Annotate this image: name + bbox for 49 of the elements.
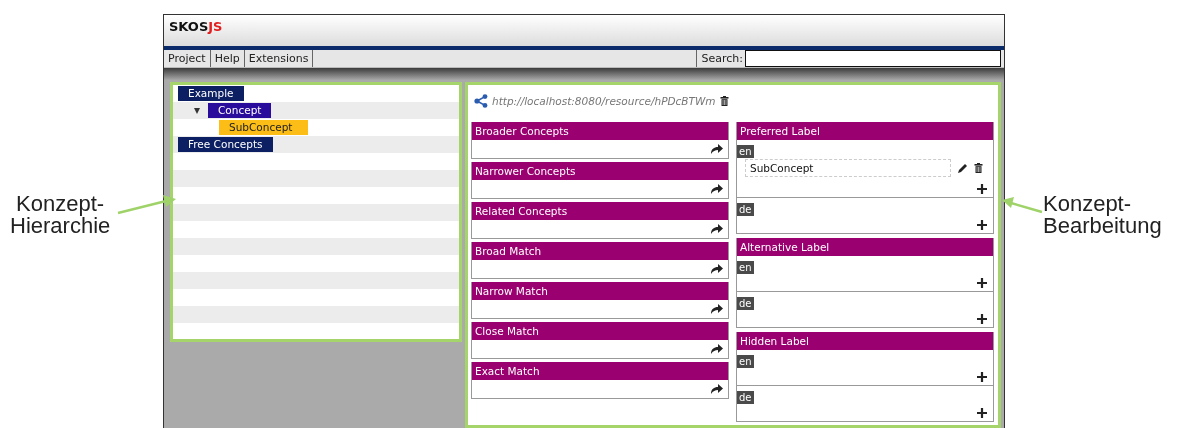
add-icon[interactable] (977, 314, 987, 324)
add-icon[interactable] (977, 184, 987, 194)
annotation-text: Konzept- Bearbeitung (1043, 193, 1162, 237)
add-icon[interactable] (977, 408, 987, 418)
section-header: Related Concepts (472, 202, 728, 220)
search-field[interactable] (745, 50, 1001, 68)
section-header: Close Match (472, 322, 728, 340)
section-header: Narrow Match (472, 282, 728, 300)
section-header: Alternative Label (737, 238, 993, 256)
pencil-icon[interactable] (957, 162, 968, 174)
section-header: Preferred Label (737, 122, 993, 140)
delete-icon[interactable] (974, 163, 983, 173)
annotation-text: Konzept- Hierarchie (10, 193, 111, 237)
language-tag: en (737, 261, 754, 274)
pointer-arrow (1002, 197, 1043, 214)
add-icon[interactable] (977, 278, 987, 288)
add-icon[interactable] (977, 220, 987, 230)
menu-item[interactable]: Project (164, 50, 211, 68)
search-label: Search: (701, 52, 743, 66)
delete-icon[interactable] (719, 96, 729, 106)
tree-node[interactable]: Free Concepts (178, 137, 273, 152)
forward-arrow-icon[interactable] (710, 343, 724, 355)
label-value: SubConcept (745, 159, 951, 177)
section-header: Broad Match (472, 242, 728, 260)
forward-arrow-icon[interactable] (710, 223, 724, 235)
forward-arrow-icon[interactable] (710, 383, 724, 395)
tree-node[interactable]: Concept (208, 103, 272, 118)
tree-node[interactable]: Example (178, 86, 244, 101)
uri-link[interactable]: http://localhost:8080/resource/hPDcBTWm (492, 95, 716, 107)
menu-item[interactable]: Extensions (244, 50, 314, 68)
language-tag: en (737, 355, 754, 368)
app-logo: SKOSJS (169, 19, 223, 34)
language-tag: de (737, 391, 754, 404)
tree-node[interactable]: SubConcept (219, 120, 309, 135)
language-tag: de (737, 203, 754, 216)
forward-arrow-icon[interactable] (710, 183, 724, 195)
section-header: Hidden Label (737, 332, 993, 350)
section-header: Broader Concepts (472, 122, 728, 140)
language-tag: de (737, 297, 754, 310)
menu-item[interactable]: Help (210, 50, 245, 68)
language-tag: en (737, 145, 754, 158)
forward-arrow-icon[interactable] (710, 263, 724, 275)
section-header: Narrower Concepts (472, 162, 728, 180)
forward-arrow-icon[interactable] (710, 143, 724, 155)
share-icon[interactable] (474, 94, 488, 108)
add-icon[interactable] (977, 372, 987, 382)
forward-arrow-icon[interactable] (710, 303, 724, 315)
section-header: Exact Match (472, 362, 728, 380)
expand-triangle-icon[interactable] (194, 107, 200, 114)
